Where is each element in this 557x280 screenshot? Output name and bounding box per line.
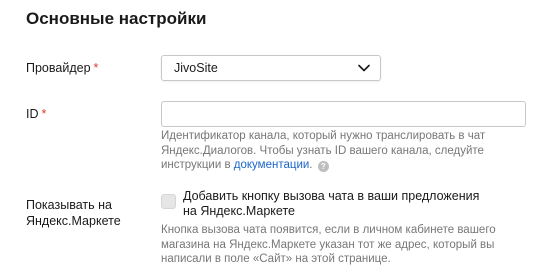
section-title: Основные настройки: [26, 9, 207, 28]
required-mark: *: [41, 107, 47, 121]
id-input[interactable]: [161, 101, 526, 127]
market-chat-checkbox-label[interactable]: Добавить кнопку вызова чата в ваши предл…: [183, 189, 483, 219]
chevron-down-icon: [358, 64, 370, 72]
provider-label-text: Провайдер: [26, 61, 91, 75]
id-hint-end: .: [309, 159, 313, 171]
provider-label: Провайдер *: [26, 60, 98, 76]
id-label-text: ID: [26, 107, 39, 121]
documentation-link[interactable]: документации: [234, 159, 310, 171]
market-chat-checkbox[interactable]: [161, 194, 176, 209]
id-hint: Идентификатор канала, который нужно тран…: [161, 129, 531, 173]
help-icon[interactable]: ?: [317, 161, 329, 172]
provider-selected-value: JivoSite: [174, 61, 218, 75]
market-label: Показывать на Яндекс.Маркете: [26, 198, 121, 228]
provider-select[interactable]: JivoSite: [161, 55, 381, 81]
market-hint: Кнопка вызова чата появится, если в личн…: [161, 224, 496, 265]
id-label: ID *: [26, 106, 46, 122]
required-mark: *: [93, 61, 99, 75]
